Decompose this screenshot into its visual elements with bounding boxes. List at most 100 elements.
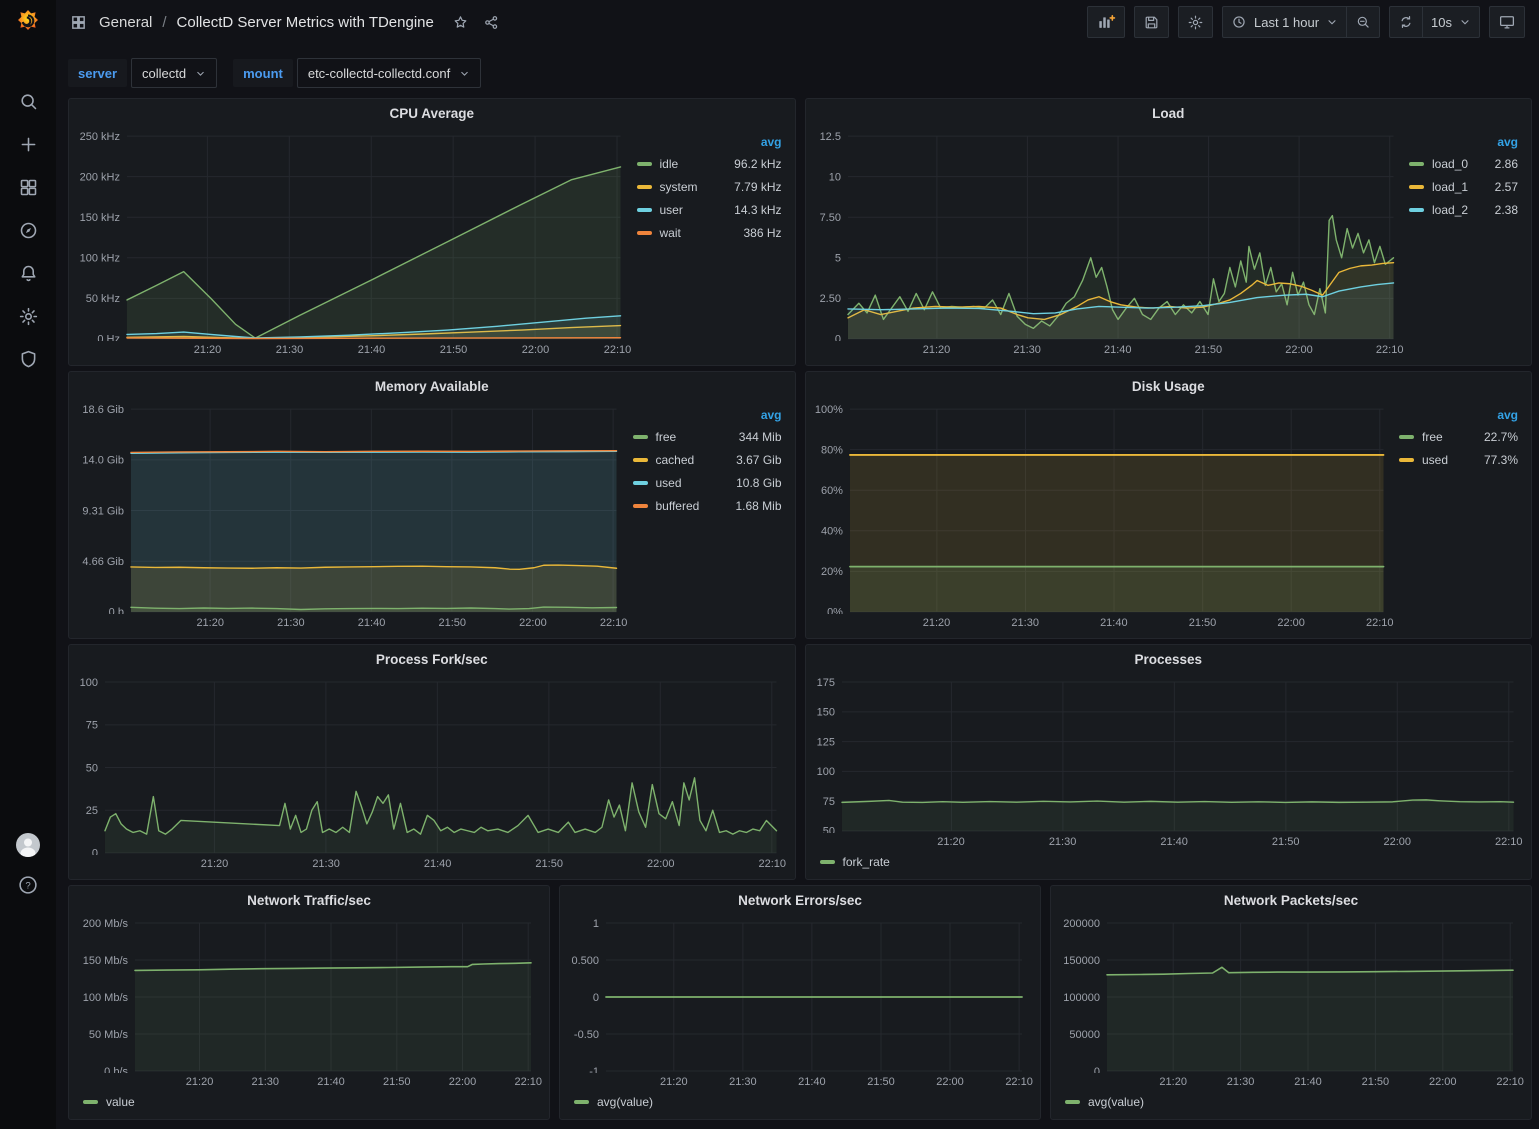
legend-item-cached[interactable]: cached3.67 Gib [633,448,785,471]
y-tick-label: 100 [80,677,98,689]
y-tick-label: 150000 [1063,955,1100,967]
breadcrumb-folder[interactable]: General [99,14,152,31]
legend-item-value[interactable]: value [83,1095,135,1109]
refresh-interval-button[interactable]: 10s [1423,6,1480,38]
legend-item-used[interactable]: used77.3% [1399,448,1521,471]
chevron-down-icon [1459,16,1471,28]
sidebar-dashboards-button[interactable] [11,174,45,200]
time-range-button[interactable]: Last 1 hour [1222,6,1347,38]
legend-label: cached [656,453,695,467]
x-tick-label: 21:20 [194,344,222,356]
chart-svg: 1751501251007550 [812,673,1524,833]
sidebar-help-button[interactable]: ? [11,872,45,898]
star-icon[interactable] [452,14,469,31]
monitor-icon [1498,13,1516,31]
legend-item-free[interactable]: free344 Mib [633,425,785,448]
panel-title[interactable]: Network Errors/sec [738,893,862,908]
panel-title[interactable]: Memory Available [375,379,489,394]
sidebar-explore-button[interactable] [11,217,45,243]
panel-title[interactable]: Disk Usage [1132,379,1205,394]
panel-header[interactable]: Load [806,99,1532,127]
x-axis: 21:2021:3021:4021:5022:0022:10 [75,614,627,632]
panel-header[interactable]: Network Traffic/sec [69,886,549,914]
x-axis: 21:2021:3021:4021:5022:0022:10 [812,614,1394,632]
chart-plot[interactable]: 1751501251007550 [812,673,1524,833]
sidebar-configuration-button[interactable] [11,303,45,329]
legend-label: system [660,180,698,194]
share-icon[interactable] [483,14,500,31]
chart-plot[interactable]: 200 Mb/s150 Mb/s100 Mb/s50 Mb/s0 b/s [75,914,541,1073]
legend-item-avg-value[interactable]: avg(value) [1065,1095,1144,1109]
chart-plot[interactable]: 10.5000-0.50-1 [566,914,1032,1073]
dashboard-settings-button[interactable] [1178,6,1213,38]
x-tick-label: 21:50 [1272,836,1300,848]
cycle-view-mode-button[interactable] [1489,6,1525,38]
chart-plot[interactable]: 18.6 Gib14.0 Gib9.31 Gib4.66 Gib0 b [75,400,627,614]
x-tick-label: 22:10 [1366,617,1394,629]
variable-mount-picker[interactable]: etc-collectd-collectd.conf [297,58,481,88]
legend-item-wait[interactable]: wait386 Hz [637,221,785,244]
panel-header[interactable]: CPU Average [69,99,795,127]
panel-header[interactable]: Memory Available [69,372,795,400]
legend-item-idle[interactable]: idle96.2 kHz [637,152,785,175]
panel-header[interactable]: Network Errors/sec [560,886,1040,914]
sidebar-alerting-button[interactable] [11,260,45,286]
panel-header[interactable]: Processes [806,645,1532,673]
y-tick-label: 150 [816,707,834,719]
x-tick-label: 21:50 [438,617,466,629]
panel-title[interactable]: Process Fork/sec [376,652,488,667]
save-dashboard-button[interactable] [1134,6,1169,38]
panel-header[interactable]: Disk Usage [806,372,1532,400]
panel-body: 10.5000-0.50-121:2021:3021:4021:5022:002… [560,914,1040,1119]
legend-item-load-0[interactable]: load_02.86 [1409,152,1521,175]
legend-item-load-2[interactable]: load_22.38 [1409,198,1521,221]
chart-plot[interactable]: 12.5107.5052.500 [812,127,1404,341]
chart-plot[interactable]: 250 kHz200 kHz150 kHz100 kHz50 kHz0 Hz [75,127,631,341]
sidebar-profile-button[interactable] [11,832,45,858]
legend: avgfree344 Mibcached3.67 Gibused10.8 Gib… [627,400,787,632]
x-tick-label: 21:20 [923,617,951,629]
chart-plot[interactable]: 200000150000100000500000 [1057,914,1523,1073]
panel-title[interactable]: Processes [1134,652,1202,667]
x-tick-label: 22:10 [514,1076,542,1088]
legend-value: 2.38 [1495,203,1521,217]
dashboard-title[interactable]: CollectD Server Metrics with TDengine [177,14,434,31]
y-tick-label: -1 [589,1066,599,1073]
x-tick-label: 21:30 [252,1076,280,1088]
y-tick-label: 50 Mb/s [89,1029,129,1041]
chart-plot[interactable]: 100%80%60%40%20%0% [812,400,1394,614]
chart-plot[interactable]: 1007550250 [75,673,787,855]
variable-server-picker[interactable]: collectd [131,58,217,88]
legend-item-load-1[interactable]: load_12.57 [1409,175,1521,198]
panel-title[interactable]: Load [1152,106,1184,121]
add-panel-button[interactable] [1087,6,1125,38]
legend-item-system[interactable]: system7.79 kHz [637,175,785,198]
series-color-marker [637,162,652,166]
panel-header[interactable]: Process Fork/sec [69,645,795,673]
refresh-button[interactable] [1389,6,1423,38]
legend-item-user[interactable]: user14.3 kHz [637,198,785,221]
x-tick-label: 21:40 [358,344,386,356]
panel-header[interactable]: Network Packets/sec [1051,886,1531,914]
series-color-marker [637,231,652,235]
panel-title[interactable]: Network Packets/sec [1224,893,1358,908]
legend-item-avg-value[interactable]: avg(value) [574,1095,653,1109]
sidebar-create-button[interactable] [11,131,45,157]
series-color-marker [633,481,648,485]
y-tick-label: 125 [816,736,834,748]
zoom-out-button[interactable] [1347,6,1380,38]
panel-body: 175150125100755021:2021:3021:4021:5022:0… [806,673,1532,879]
legend-label: avg(value) [1088,1095,1144,1109]
legend-item-used[interactable]: used10.8 Gib [633,471,785,494]
sidebar-admin-button[interactable] [11,346,45,372]
panel-title[interactable]: CPU Average [389,106,474,121]
sidebar-search-button[interactable] [11,88,45,114]
legend-item-buffered[interactable]: buffered1.68 Mib [633,494,785,517]
legend: avg(value) [566,1091,1032,1113]
legend-item-free[interactable]: free22.7% [1399,425,1521,448]
legend-item-fork-rate[interactable]: fork_rate [820,855,890,869]
x-tick-label: 21:50 [1195,344,1223,356]
grafana-logo[interactable] [0,0,56,46]
dashboard-grid: CPU Average 250 kHz200 kHz150 kHz100 kHz5… [56,88,1539,1120]
panel-title[interactable]: Network Traffic/sec [247,893,371,908]
